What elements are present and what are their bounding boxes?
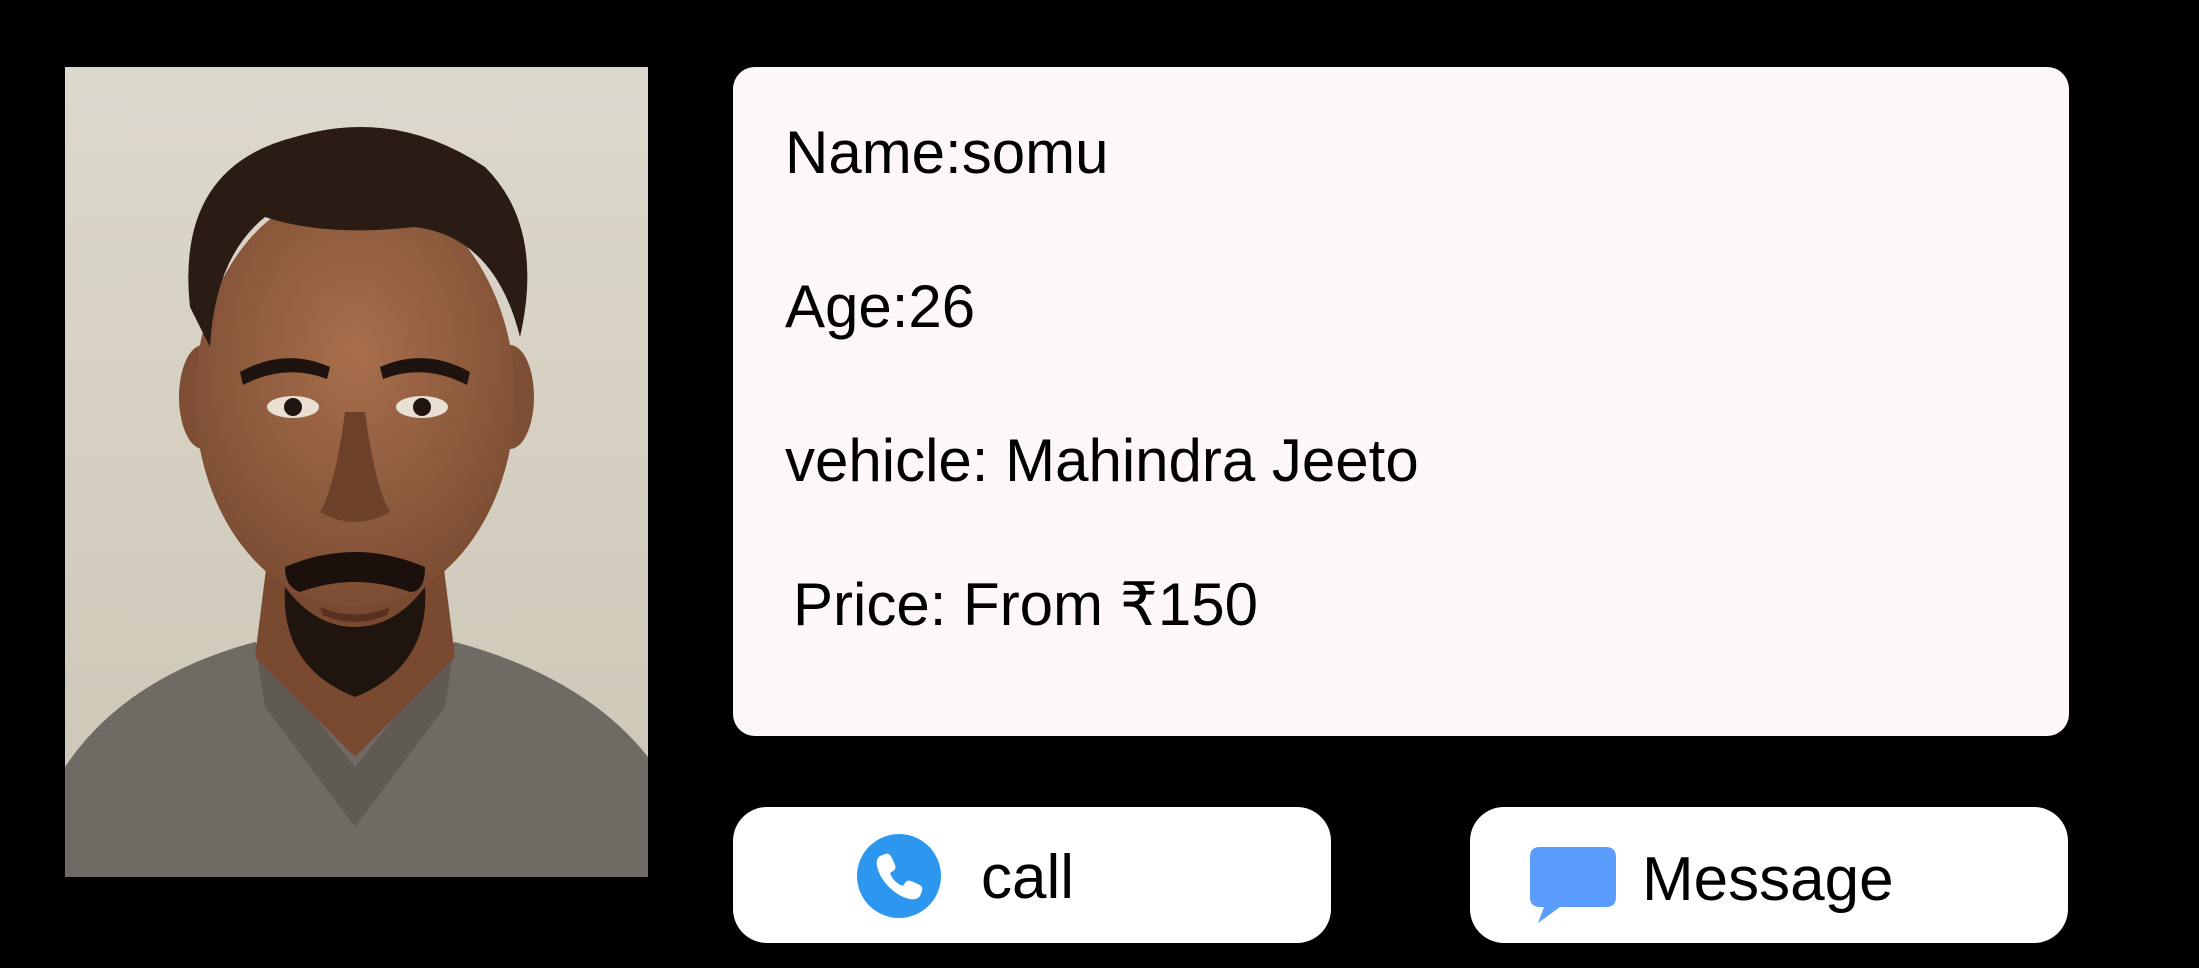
driver-vehicle: vehicle: Mahindra Jeeto	[785, 427, 1419, 494]
chat-bubble-icon	[1530, 847, 1616, 923]
driver-age: Age:26	[785, 273, 976, 340]
call-button[interactable]: call	[733, 807, 1331, 943]
phone-icon	[857, 834, 941, 918]
driver-info-card: Name:somu Age:26 vehicle: Mahindra Jeeto…	[733, 67, 2069, 736]
ride-price: Price: From ₹150	[793, 571, 1258, 638]
message-button[interactable]: Message	[1470, 807, 2068, 943]
driver-name: Name:somu	[785, 119, 1109, 186]
driver-portrait-image	[65, 67, 648, 877]
driver-photo	[65, 67, 648, 877]
call-button-label: call	[981, 843, 1075, 912]
message-button-label: Message	[1642, 845, 1894, 914]
